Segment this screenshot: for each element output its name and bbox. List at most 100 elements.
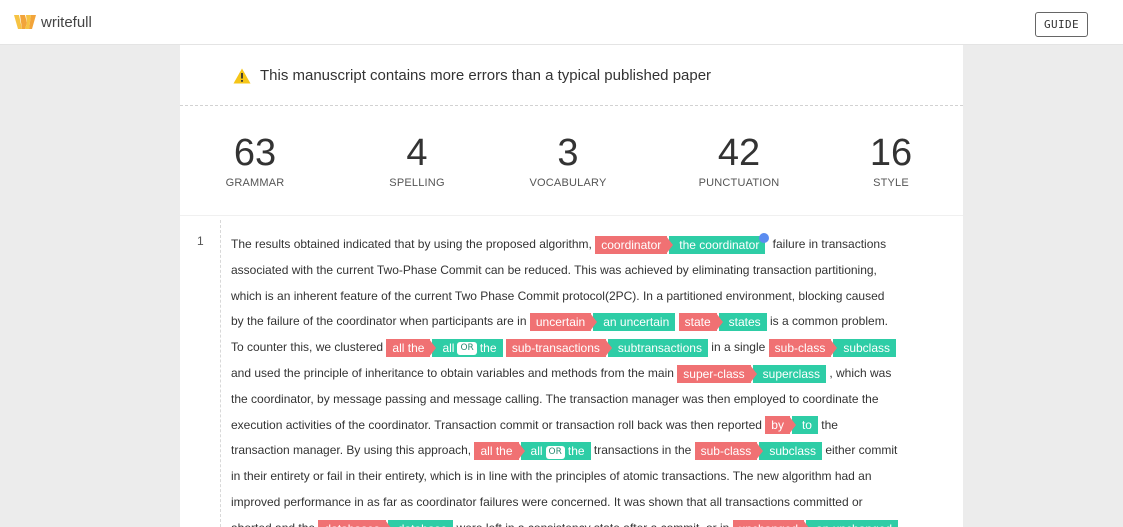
arrow-right-icon [788,416,796,435]
error-chip[interactable]: sub-class [768,339,832,358]
arrow-right-icon [803,519,811,527]
arrow-right-icon [666,235,674,254]
error-chip[interactable]: super-class [677,364,751,383]
arrow-right-icon [749,364,757,383]
error-chip[interactable]: state [678,313,717,332]
text-span: execution activities of the coordinator.… [231,417,766,432]
manuscript-text-area[interactable]: The results obtained indicated that by u… [220,220,963,527]
suggestion-option[interactable]: the [480,341,497,355]
text-line: by the failure of the coordinator when p… [231,311,889,332]
stat-label: PUNCTUATION [698,177,780,189]
text-line: the coordinator, by message passing and … [231,389,879,409]
text-line: transaction manager. By using this appro… [231,440,898,461]
stat-spelling[interactable]: 4 SPELLING [357,132,477,189]
results-panel: This manuscript contains more errors tha… [180,45,963,527]
or-badge: OR [545,445,565,459]
text-line: improved performance in as far as coordi… [231,492,863,512]
section-divider [180,215,963,216]
writefull-logo[interactable]: writefull [14,13,92,31]
arrow-right-icon [517,442,525,461]
stat-style[interactable]: 16 STYLE [831,132,951,189]
error-chip[interactable]: uncertain [529,313,592,332]
stat-grammar[interactable]: 63 GRAMMAR [195,132,315,189]
text-line: which is an inherent feature of the curr… [231,286,884,306]
suggestion-chip[interactable]: superclass [752,364,826,383]
text-span: improved performance in as far as coordi… [231,495,863,509]
guide-button[interactable]: GUIDE [1035,12,1088,37]
error-chip[interactable]: sub-class [694,442,758,461]
arrow-right-icon [590,313,598,332]
suggestion-chip[interactable]: subclass [759,442,822,461]
stat-value: 63 [233,132,277,174]
text-span: in their entirety or fail in their entir… [231,469,872,484]
stat-punctuation[interactable]: 42 PUNCTUATION [679,132,799,189]
text-line: execution activities of the coordinator.… [231,415,838,435]
error-chip[interactable]: coordinator [595,235,668,254]
suggestion-chip[interactable]: an unchanged [806,519,899,527]
text-span: transaction manager. By using this appro… [231,443,475,458]
arrow-right-icon [604,339,612,358]
text-span: which is an inherent feature of the curr… [231,288,885,303]
stat-label: VOCABULARY [529,177,607,189]
top-bar: writefull GUIDE [0,0,1123,45]
stat-value: 4 [406,132,428,174]
warning-text: This manuscript contains more errors tha… [260,67,712,84]
stat-vocabulary[interactable]: 3 VOCABULARY [508,132,628,189]
text-span: either commit [822,443,898,458]
text-span: and used the principle of inheritance to… [231,366,678,380]
text-span: The results obtained indicated that by u… [231,237,596,251]
warning-icon [233,68,251,83]
text-span: aborted and the [231,521,318,527]
logo-text: writefull [41,13,92,31]
text-span: , which was [826,366,892,380]
error-chip[interactable]: unchanged [732,519,805,527]
arrow-right-icon [830,339,838,358]
text-span: To counter this, we clustered [231,340,387,355]
writefull-logo-icon [14,15,36,29]
suggestion-chip[interactable]: states [718,313,767,332]
text-span: transactions in the [590,443,695,458]
text-span: the [817,417,838,432]
suggestion-chip[interactable]: all OR the [520,442,591,461]
suggestion-chip[interactable]: subclass [833,339,897,358]
arrow-right-icon [715,313,723,332]
dashed-divider [180,105,963,106]
cursor-dot-icon [759,232,770,243]
arrow-right-icon [384,519,392,527]
text-span: in a single [707,340,769,355]
stat-value: 3 [557,132,579,174]
stat-value: 16 [869,132,913,174]
error-chip[interactable]: databases [318,519,386,527]
arrow-right-icon [429,339,437,358]
suggestion-chip[interactable]: all OR the [432,339,503,358]
warning-banner: This manuscript contains more errors tha… [233,67,711,84]
error-chip[interactable]: all the [386,339,431,358]
error-chip[interactable]: all the [474,442,519,461]
stat-label: STYLE [873,177,909,189]
text-span: the coordinator, by message passing and … [231,391,879,406]
text-span: failure in transactions [769,237,887,251]
suggestion-chip[interactable]: the coordinator [669,235,766,254]
text-span: associated with the current Two-Phase Co… [231,262,877,277]
arrow-right-icon [756,442,764,461]
text-line: aborted and the databasesdatabase were l… [231,518,899,527]
paragraph-number: 1 [197,234,204,248]
text-line: associated with the current Two-Phase Co… [231,260,877,280]
text-span: were left in a consistency state after a… [453,521,732,527]
error-chip[interactable]: sub-transactions [505,339,606,358]
suggestion-option[interactable]: all [531,444,543,458]
stat-value: 42 [717,132,761,174]
error-chip[interactable]: by [765,416,790,435]
suggestion-chip[interactable]: an uncertain [593,313,676,332]
suggestion-option[interactable]: the [568,444,585,458]
suggestion-option[interactable]: all [442,341,454,355]
stat-label: GRAMMAR [225,177,285,189]
text-span: is a common problem. [766,314,889,329]
text-span: by the failure of the coordinator when p… [231,314,530,329]
suggestion-chip[interactable]: subtransactions [607,339,708,358]
suggestion-chip[interactable]: database [387,519,454,527]
or-badge: OR [457,342,477,356]
text-line: and used the principle of inheritance to… [231,363,891,383]
text-line: The results obtained indicated that by u… [231,232,887,254]
stat-label: SPELLING [389,177,445,189]
